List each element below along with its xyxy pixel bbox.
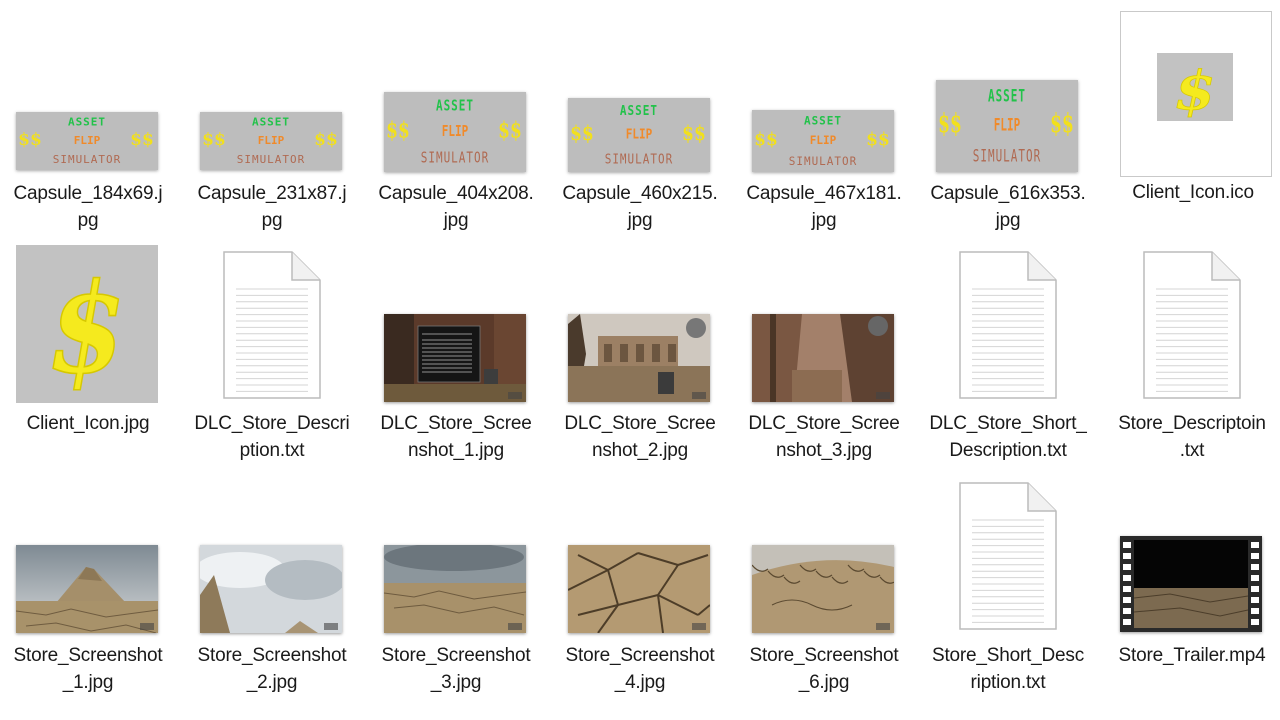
svg-text:$$: $$: [386, 116, 410, 143]
file-name-label[interactable]: DLC_Store_Scree nshot_2.jpg: [552, 410, 728, 464]
svg-text:$$: $$: [18, 129, 42, 149]
file-name-label[interactable]: Client_Icon.jpg: [0, 410, 176, 437]
svg-text:SIMULATOR: SIMULATOR: [605, 151, 674, 166]
file-name-label[interactable]: Store_Descriptoin .txt: [1104, 410, 1280, 464]
svg-text:$$: $$: [754, 130, 778, 150]
svg-text:FLIP: FLIP: [74, 134, 101, 147]
file-name-label[interactable]: Store_Screenshot _6.jpg: [736, 642, 912, 696]
file-name-label[interactable]: Capsule_404x208. jpg: [368, 180, 544, 234]
file-name-label[interactable]: Store_Trailer.mp4: [1104, 642, 1280, 669]
capsule-thumbnail[interactable]: ASSET $$ FLIP $$ SIMULATOR: [16, 112, 158, 170]
file-name-label[interactable]: Capsule_184x69.j pg: [0, 180, 176, 234]
capsule-thumbnail[interactable]: ASSET $$ FLIP $$ SIMULATOR: [568, 98, 710, 172]
image-thumbnail[interactable]: [752, 314, 894, 402]
svg-text:$$: $$: [130, 129, 154, 149]
text-document-icon[interactable]: [958, 482, 1058, 630]
image-thumbnail[interactable]: [384, 314, 526, 402]
svg-text:SIMULATOR: SIMULATOR: [53, 153, 121, 166]
image-thumbnail[interactable]: [752, 545, 894, 633]
file-name-label[interactable]: Store_Screenshot _3.jpg: [368, 642, 544, 696]
capsule-thumbnail[interactable]: ASSET $$ FLIP $$ SIMULATOR: [936, 80, 1078, 172]
svg-text:$$: $$: [682, 121, 706, 145]
capsule-thumbnail[interactable]: ASSET $$ FLIP $$ SIMULATOR: [200, 112, 342, 170]
svg-text:ASSET: ASSET: [252, 116, 290, 129]
file-name-label[interactable]: Store_Screenshot _4.jpg: [552, 642, 728, 696]
file-name-label[interactable]: Capsule_231x87.j pg: [184, 180, 360, 234]
file-name-label[interactable]: Store_Screenshot _2.jpg: [184, 642, 360, 696]
svg-text:$$: $$: [314, 129, 338, 149]
svg-text:$: $: [48, 256, 125, 401]
svg-text:$$: $$: [202, 129, 226, 149]
text-document-icon[interactable]: [222, 251, 322, 399]
svg-text:SIMULATOR: SIMULATOR: [237, 153, 305, 166]
svg-text:ASSET: ASSET: [804, 114, 842, 127]
image-thumbnail[interactable]: [568, 314, 710, 402]
svg-text:SIMULATOR: SIMULATOR: [973, 147, 1042, 166]
dollar-icon[interactable]: $: [16, 245, 158, 403]
image-thumbnail[interactable]: [16, 545, 158, 633]
image-thumbnail[interactable]: [384, 545, 526, 633]
svg-text:FLIP: FLIP: [442, 124, 469, 141]
svg-text:FLIP: FLIP: [994, 116, 1020, 135]
svg-text:$: $: [1174, 60, 1215, 121]
svg-text:$$: $$: [938, 108, 962, 139]
capsule-thumbnail[interactable]: ASSET $$ FLIP $$ SIMULATOR: [384, 92, 526, 172]
text-document-icon[interactable]: [1142, 251, 1242, 399]
file-name-label[interactable]: DLC_Store_Scree nshot_1.jpg: [368, 410, 544, 464]
video-file-icon[interactable]: [1120, 536, 1262, 632]
file-name-label[interactable]: DLC_Store_Short_ Description.txt: [920, 410, 1096, 464]
file-name-label[interactable]: DLC_Store_Descri ption.txt: [184, 410, 360, 464]
svg-text:ASSET: ASSET: [620, 103, 658, 118]
svg-text:FLIP: FLIP: [258, 134, 285, 147]
file-name-label[interactable]: DLC_Store_Scree nshot_3.jpg: [736, 410, 912, 464]
svg-text:$$: $$: [498, 116, 522, 143]
file-name-label[interactable]: Capsule_460x215. jpg: [552, 180, 728, 234]
file-name-label[interactable]: Capsule_467x181. jpg: [736, 180, 912, 234]
dollar-icon[interactable]: $: [1157, 53, 1233, 121]
capsule-thumbnail[interactable]: ASSET $$ FLIP $$ SIMULATOR: [752, 110, 894, 172]
image-thumbnail[interactable]: [200, 545, 342, 633]
file-item[interactable]: $ Client_Icon.ico: [1120, 11, 1272, 203]
svg-text:FLIP: FLIP: [810, 134, 837, 147]
file-name-label[interactable]: Capsule_616x353. jpg: [920, 180, 1096, 234]
svg-text:SIMULATOR: SIMULATOR: [789, 155, 858, 168]
svg-text:$$: $$: [866, 130, 890, 150]
svg-text:ASSET: ASSET: [988, 87, 1026, 106]
image-thumbnail[interactable]: [568, 545, 710, 633]
file-name-label[interactable]: Store_Screenshot _1.jpg: [0, 642, 176, 696]
text-document-icon[interactable]: [958, 251, 1058, 399]
file-name-label[interactable]: Client_Icon.ico: [1105, 179, 1280, 206]
svg-text:SIMULATOR: SIMULATOR: [421, 150, 490, 167]
svg-text:ASSET: ASSET: [436, 98, 474, 115]
svg-text:$$: $$: [1050, 108, 1074, 139]
svg-text:ASSET: ASSET: [68, 116, 106, 129]
file-name-label[interactable]: Store_Short_Desc ription.txt: [920, 642, 1096, 696]
svg-text:$$: $$: [570, 121, 594, 145]
svg-text:FLIP: FLIP: [626, 127, 652, 142]
